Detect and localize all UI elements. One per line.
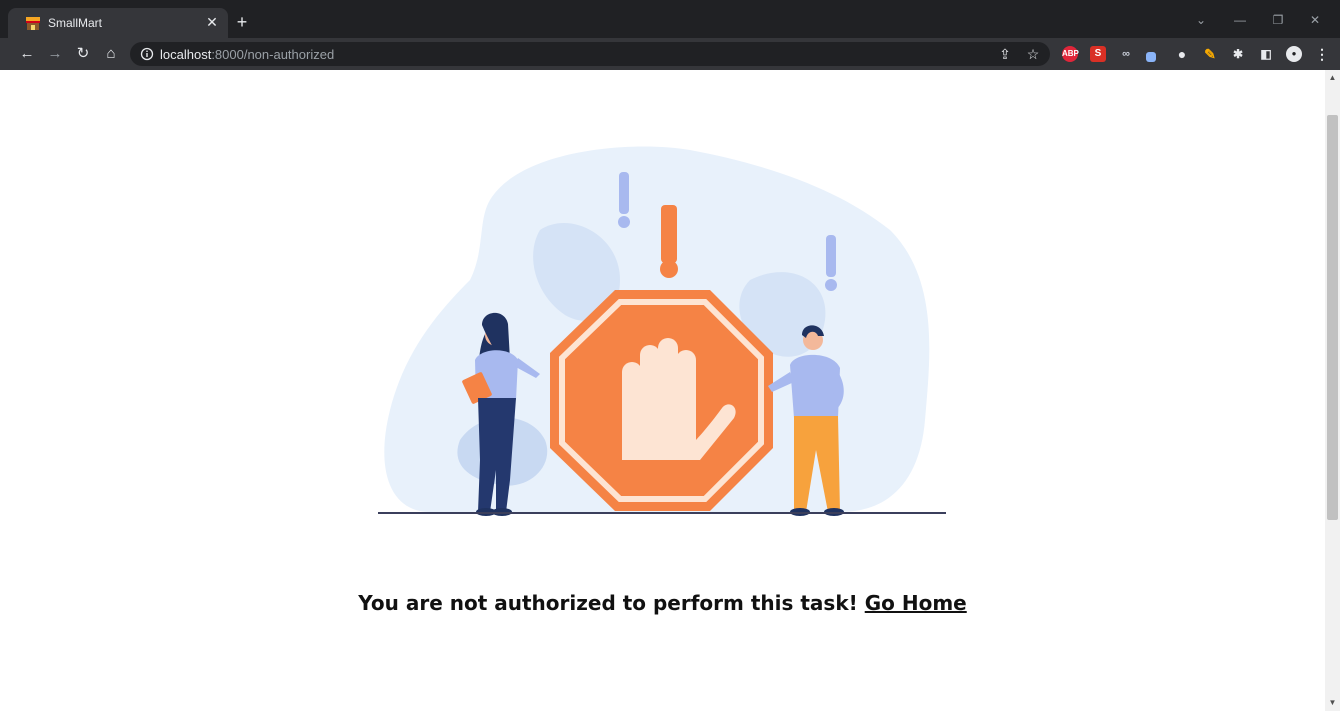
back-icon[interactable]: ←	[18, 45, 36, 63]
not-authorized-message: You are not authorized to perform this t…	[0, 591, 1325, 615]
tab-title: SmallMart	[48, 16, 103, 30]
s-extension-icon[interactable]: S	[1090, 46, 1106, 62]
url-host: localhost	[160, 47, 212, 62]
puzzle-icon[interactable]: ✱	[1230, 46, 1246, 62]
exclamation-right-icon	[825, 235, 837, 291]
browser-toolbar: ← → ↻ ⌂ localhost:8000/non-authorized ⇪ …	[0, 38, 1340, 70]
browser-tab[interactable]: SmallMart ✕	[8, 8, 228, 38]
minimize-icon[interactable]: —	[1232, 12, 1248, 28]
page-scrollbar[interactable]: ▲ ▼	[1325, 70, 1340, 711]
bookmark-star-icon[interactable]: ☆	[1024, 45, 1042, 63]
url-path: :8000/non-authorized	[211, 47, 335, 62]
globe-icon[interactable]: ●	[1174, 46, 1190, 62]
window-close-icon[interactable]: ✕	[1307, 12, 1323, 28]
adblock-plus-icon[interactable]: ABP	[1062, 46, 1079, 62]
close-tab-icon[interactable]: ✕	[204, 14, 220, 30]
restore-icon[interactable]: ❐	[1270, 12, 1286, 28]
home-icon[interactable]: ⌂	[102, 45, 120, 63]
stop-sign-hand-illustration	[378, 146, 946, 516]
exclamation-left-icon	[618, 172, 630, 228]
storefront-icon	[26, 17, 40, 30]
url-text: localhost:8000/non-authorized	[160, 47, 334, 62]
info-icon	[140, 47, 154, 61]
pencil-icon[interactable]: ✎	[1202, 46, 1218, 62]
reload-icon[interactable]: ↻	[74, 45, 92, 63]
profile-icon[interactable]: ●	[1286, 46, 1302, 62]
message-text: You are not authorized to perform this t…	[358, 591, 858, 615]
tab-search-icon[interactable]: ⌄	[1193, 12, 1209, 28]
scroll-down-icon[interactable]: ▼	[1327, 698, 1338, 708]
browser-tab-bar: SmallMart ✕ + ⌄ — ❐ ✕	[0, 0, 1340, 38]
sidebar-icon[interactable]: ◧	[1258, 46, 1274, 62]
dropper-icon[interactable]	[1146, 52, 1156, 62]
share-icon[interactable]: ⇪	[996, 45, 1014, 63]
scroll-up-icon[interactable]: ▲	[1327, 73, 1338, 83]
exclamation-center-icon	[660, 205, 678, 278]
scroll-thumb[interactable]	[1327, 115, 1338, 520]
go-home-link[interactable]: Go Home	[865, 591, 967, 615]
new-tab-icon[interactable]: +	[234, 13, 250, 31]
forward-icon[interactable]: →	[46, 45, 64, 63]
address-bar[interactable]: localhost:8000/non-authorized ⇪ ☆	[130, 42, 1050, 66]
spectacles-icon[interactable]: ∞	[1118, 46, 1134, 62]
menu-kebab-icon[interactable]: ⋮	[1314, 46, 1330, 62]
